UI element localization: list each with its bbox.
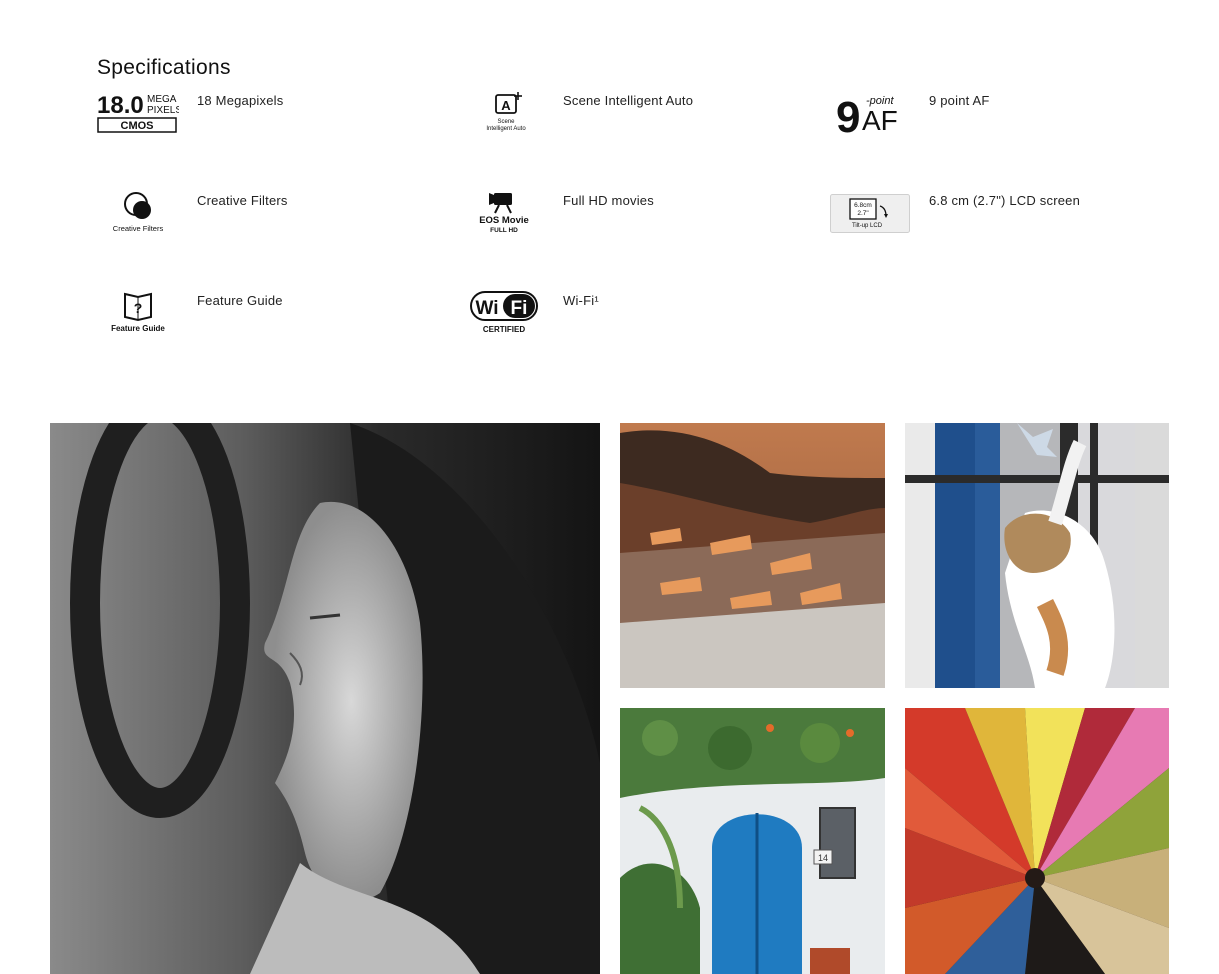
spec-wifi: Wi Fi CERTIFIED Wi-Fi¹ — [463, 288, 793, 348]
spec-megapixels: 18.0 MEGA PIXELS CMOS 18 Megapixels — [97, 88, 427, 148]
spec-full-hd: EOS Movie FULL HD Full HD movies — [463, 188, 793, 248]
hillside-town-photo — [620, 423, 885, 688]
svg-text:Wi: Wi — [475, 298, 498, 319]
svg-text:Fi: Fi — [511, 298, 528, 319]
svg-text:6.8cm: 6.8cm — [854, 202, 872, 209]
spec-label: Scene Intelligent Auto — [563, 93, 694, 108]
spec-creative-filters: Creative Filters Creative Filters — [97, 188, 427, 248]
svg-text:Intelligent Auto: Intelligent Auto — [486, 126, 526, 132]
spec-scene-auto: A Scene Intelligent Auto Scene Intellige… — [463, 88, 793, 148]
spec-feature-guide: ? Feature Guide Feature Guide — [97, 288, 427, 348]
svg-text:PIXELS: PIXELS — [147, 105, 179, 116]
svg-text:Tilt-up LCD: Tilt-up LCD — [852, 223, 883, 229]
feature-guide-icon: ? Feature Guide — [97, 288, 179, 338]
spec-lcd: 6.8cm 2.7" Tilt-up LCD 6.8 cm (2.7") LCD… — [829, 188, 1159, 248]
spec-label: 6.8 cm (2.7") LCD screen — [929, 193, 1081, 208]
slippers-photo — [905, 708, 1169, 974]
blue-door-photo: 14 — [620, 708, 885, 974]
svg-text:CERTIFIED: CERTIFIED — [483, 325, 525, 334]
svg-text:MEGA: MEGA — [147, 94, 177, 105]
spec-label: 18 Megapixels — [197, 93, 284, 108]
svg-text:AF: AF — [862, 105, 898, 136]
svg-text:9: 9 — [836, 93, 860, 136]
svg-text:Creative Filters: Creative Filters — [113, 224, 164, 233]
spec-label: 9 point AF — [929, 93, 990, 108]
portrait-photo — [50, 423, 600, 974]
spec-label: Wi-Fi¹ — [563, 293, 599, 308]
svg-text:14: 14 — [818, 853, 828, 863]
wifi-certified-icon: Wi Fi CERTIFIED — [463, 288, 545, 338]
megapixels-cmos-icon: 18.0 MEGA PIXELS CMOS — [97, 88, 179, 138]
svg-text:2.7": 2.7" — [857, 210, 869, 217]
spec-label: Feature Guide — [197, 293, 283, 308]
page-title: Specifications — [97, 56, 231, 80]
lcd-screen-icon: 6.8cm 2.7" Tilt-up LCD — [829, 188, 911, 238]
svg-text:Scene: Scene — [497, 119, 515, 125]
spec-af: 9 -point AF 9 point AF — [829, 88, 1159, 148]
svg-text:Feature Guide: Feature Guide — [111, 324, 165, 333]
svg-text:?: ? — [134, 300, 143, 316]
svg-text:CMOS: CMOS — [121, 120, 154, 132]
svg-text:FULL HD: FULL HD — [490, 227, 518, 234]
svg-text:A: A — [501, 98, 511, 113]
cat-photo — [905, 423, 1169, 688]
scene-intelligent-auto-icon: A Scene Intelligent Auto — [463, 88, 545, 138]
svg-text:EOS Movie: EOS Movie — [479, 215, 529, 226]
eos-movie-icon: EOS Movie FULL HD — [463, 188, 545, 238]
svg-text:18.0: 18.0 — [97, 92, 144, 119]
spec-label: Full HD movies — [563, 193, 654, 208]
nine-point-af-icon: 9 -point AF — [829, 88, 911, 138]
spec-label: Creative Filters — [197, 193, 288, 208]
creative-filters-icon: Creative Filters — [97, 188, 179, 238]
